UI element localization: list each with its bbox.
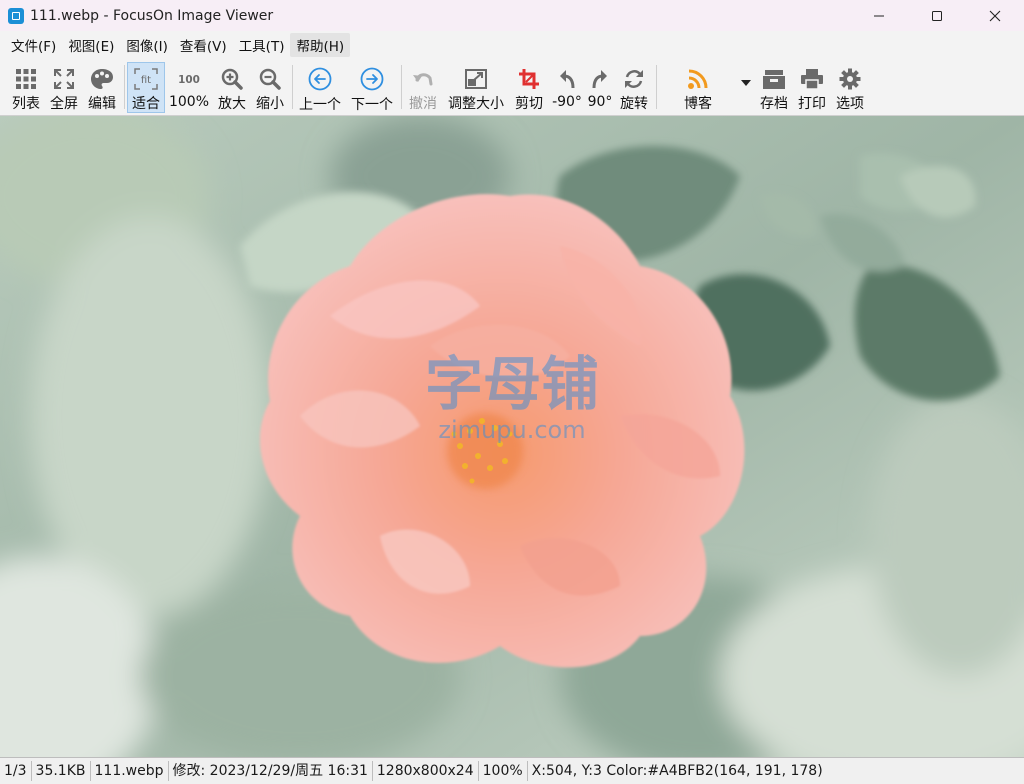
grid-icon xyxy=(16,68,36,89)
resize-label: 调整大小 xyxy=(448,96,504,112)
list-label: 列表 xyxy=(12,96,40,112)
gear-icon xyxy=(839,68,861,89)
save-label: 存档 xyxy=(760,96,788,112)
fullscreen-label: 全屏 xyxy=(50,96,78,112)
app-icon xyxy=(8,7,24,24)
fit-button[interactable]: fit 适合 xyxy=(127,62,165,113)
flower-photo: 字母铺 zimupu.com xyxy=(0,116,1024,757)
fullscreen-button[interactable]: 全屏 xyxy=(46,62,82,113)
previous-button[interactable]: 上一个 xyxy=(296,62,344,113)
arrow-left-circle-icon xyxy=(308,67,332,91)
rotate-arrows-icon xyxy=(625,69,643,88)
resize-button[interactable]: 调整大小 xyxy=(445,62,507,113)
watermark: 字母铺 zimupu.com xyxy=(425,350,599,444)
fit-icon-text: fit xyxy=(141,75,151,86)
zoom-out-label: 缩小 xyxy=(256,96,284,112)
toolbar-separator xyxy=(401,65,402,109)
window-title: 111.webp - FocusOn Image Viewer xyxy=(30,7,274,24)
status-pixel-info: X:504, Y:3 Color:#A4BFB2(164, 191, 178) xyxy=(531,763,823,779)
menu-bar: 文件(F) 视图(E) 图像(I) 查看(V) 工具(T) 帮助(H) xyxy=(0,31,1024,59)
status-filename: 111.webp xyxy=(91,761,169,781)
rotate-left-button[interactable]: -90° xyxy=(550,62,584,113)
next-button[interactable]: 下一个 xyxy=(348,62,396,113)
menu-file[interactable]: 文件(F) xyxy=(5,33,62,57)
status-zoom: 100% xyxy=(479,761,528,781)
blog-label: 博客 xyxy=(684,96,712,112)
undo-label: 撤消 xyxy=(409,96,437,112)
print-label: 打印 xyxy=(798,96,826,112)
minimize-icon xyxy=(874,15,884,16)
blog-dropdown-button[interactable] xyxy=(738,62,754,113)
title-bar: 111.webp - FocusOn Image Viewer xyxy=(0,0,1024,31)
undo-button[interactable]: 撤消 xyxy=(405,62,441,113)
options-label: 选项 xyxy=(836,96,864,112)
palette-icon xyxy=(91,68,113,89)
arrow-right-circle-icon xyxy=(360,67,384,91)
rotate-left-label: -90° xyxy=(552,94,582,110)
status-bar: 1/3 35.1KB 111.webp 修改: 2023/12/29/周五 16… xyxy=(0,757,1024,784)
watermark-text-en: zimupu.com xyxy=(438,416,585,444)
menu-image[interactable]: 图像(I) xyxy=(120,33,174,57)
edit-button[interactable]: 编辑 xyxy=(84,62,120,113)
edit-label: 编辑 xyxy=(88,96,116,112)
rotate-button[interactable]: 旋转 xyxy=(616,62,652,113)
archive-icon xyxy=(763,69,785,89)
image-canvas[interactable]: 字母铺 zimupu.com xyxy=(0,116,1024,757)
crop-button[interactable]: 剪切 xyxy=(510,62,548,113)
zoom-out-icon xyxy=(259,68,281,90)
previous-label: 上一个 xyxy=(299,97,341,113)
zoom-in-label: 放大 xyxy=(218,96,246,112)
list-button[interactable]: 列表 xyxy=(8,62,44,113)
fit-icon: fit xyxy=(134,68,158,90)
toolbar-separator xyxy=(656,65,657,109)
zoom-in-icon xyxy=(221,68,243,90)
rss-icon xyxy=(688,69,708,89)
toolbar-separator xyxy=(292,65,293,109)
crop-icon xyxy=(519,68,539,89)
maximize-button[interactable] xyxy=(908,0,966,31)
printer-icon xyxy=(801,68,823,90)
rotate-right-label: 90° xyxy=(587,94,613,110)
close-icon xyxy=(989,10,1001,21)
toolbar-separator xyxy=(124,65,125,109)
resize-icon xyxy=(465,68,487,89)
print-button[interactable]: 打印 xyxy=(794,62,830,113)
caret-down-icon xyxy=(741,80,751,86)
watermark-text-cn: 字母铺 xyxy=(425,350,599,418)
status-file-size: 35.1KB xyxy=(32,761,91,781)
zoom-in-button[interactable]: 放大 xyxy=(214,62,250,113)
zoom-100-icon: 100 xyxy=(178,74,200,86)
menu-view[interactable]: 视图(E) xyxy=(62,33,120,57)
maximize-icon xyxy=(932,10,942,21)
fit-label: 适合 xyxy=(132,96,160,112)
zoom-100-label: 100% xyxy=(168,94,210,110)
rotate-right-icon xyxy=(592,70,607,89)
zoom-out-button[interactable]: 缩小 xyxy=(252,62,288,113)
expand-icon xyxy=(54,68,74,89)
rotate-left-icon xyxy=(560,70,575,89)
save-button[interactable]: 存档 xyxy=(756,62,792,113)
status-modified: 修改: 2023/12/29/周五 16:31 xyxy=(169,761,373,781)
zoom-100-icon-text: 100 xyxy=(178,74,200,86)
menu-help[interactable]: 帮助(H) xyxy=(290,33,351,57)
blog-button[interactable]: 博客 xyxy=(676,62,720,113)
rotate-label: 旋转 xyxy=(620,96,648,112)
zoom-100-button[interactable]: 100 100% xyxy=(168,62,210,113)
next-label: 下一个 xyxy=(351,97,393,113)
status-dimensions: 1280x800x24 xyxy=(373,761,479,781)
rotate-right-button[interactable]: 90° xyxy=(585,62,615,113)
undo-icon xyxy=(413,72,433,85)
status-index: 1/3 xyxy=(0,761,32,781)
toolbar: 列表 全屏 编辑 fit 适合 100 100% 放大 缩小 上一个 下一个 撤… xyxy=(0,59,1024,116)
menu-tools[interactable]: 工具(T) xyxy=(233,33,291,57)
close-button[interactable] xyxy=(966,0,1024,31)
window-controls xyxy=(850,0,1024,31)
menu-look[interactable]: 查看(V) xyxy=(174,33,233,57)
minimize-button[interactable] xyxy=(850,0,908,31)
crop-label: 剪切 xyxy=(515,96,543,112)
options-button[interactable]: 选项 xyxy=(832,62,868,113)
